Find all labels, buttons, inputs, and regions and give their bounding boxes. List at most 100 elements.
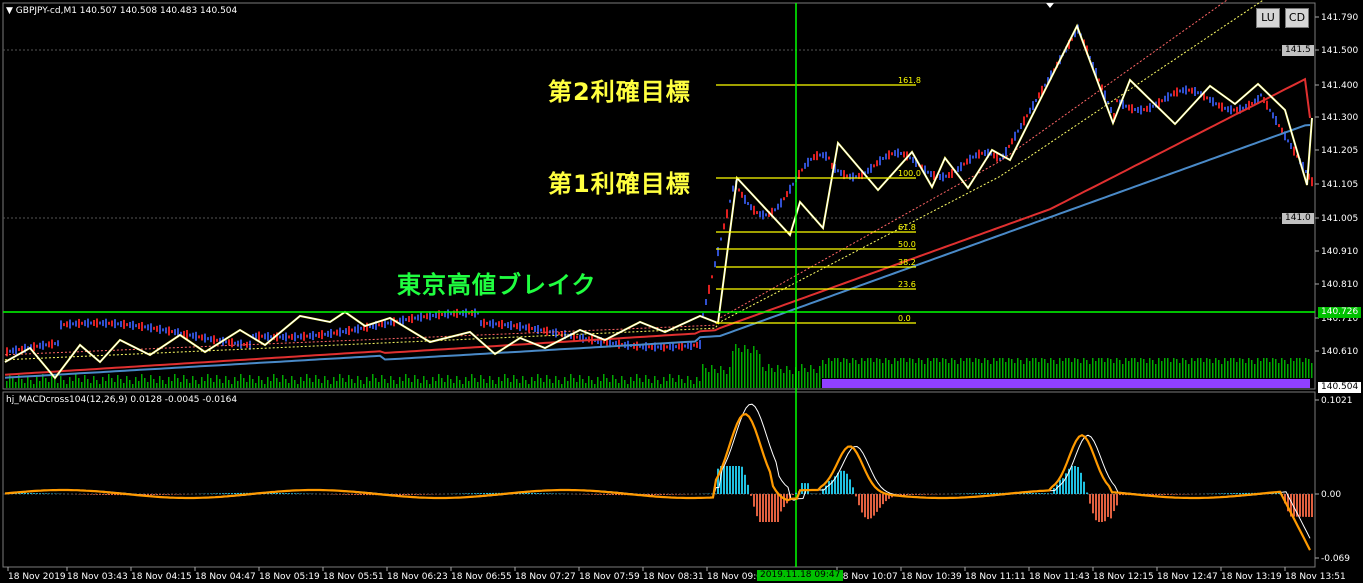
candle: [435, 312, 437, 319]
macd-bar: [1101, 494, 1103, 522]
volume-bar: [486, 383, 488, 388]
macd-bar: [24, 492, 26, 494]
macd-bar: [1116, 494, 1118, 506]
macd-bar: [855, 494, 857, 497]
volume-bar: [462, 384, 464, 388]
volume-bar: [813, 369, 815, 388]
volume-bar: [594, 384, 596, 388]
volume-bar: [957, 364, 959, 378]
candle: [762, 210, 764, 220]
candle: [240, 339, 242, 349]
candle: [1242, 106, 1244, 110]
volume-bar: [642, 382, 644, 388]
macd-bar: [966, 493, 968, 494]
macd-bar: [921, 494, 923, 495]
candle: [1215, 102, 1217, 106]
macd-bar: [1164, 494, 1166, 495]
candle: [957, 166, 959, 173]
lu-button[interactable]: LU: [1256, 8, 1280, 28]
macd-bar: [351, 494, 353, 495]
volume-bar: [225, 376, 227, 388]
volume-bar: [429, 384, 431, 388]
shift-marker-icon[interactable]: [1046, 3, 1054, 8]
time-axis: 18 Nov 2019 18 Nov 03:43 18 Nov 04:15 18 No…: [7, 567, 1346, 582]
macd-bar: [1239, 493, 1241, 494]
macd-bar: [915, 494, 917, 495]
volume-bar: [1266, 358, 1268, 378]
candle: [705, 299, 707, 305]
macd-bar: [741, 466, 743, 494]
volume-bar: [405, 374, 407, 388]
candle: [39, 342, 41, 349]
volume-bar: [852, 358, 854, 378]
candle: [729, 199, 731, 203]
candle: [1236, 106, 1238, 113]
candle: [339, 327, 341, 337]
volume-bar: [1284, 360, 1286, 378]
candle: [897, 148, 899, 158]
candle: [228, 339, 230, 346]
macd-bar: [216, 493, 218, 494]
macd-bar: [1170, 494, 1172, 495]
candle: [1224, 106, 1226, 110]
candle: [951, 168, 953, 178]
volume-bar: [1254, 364, 1256, 378]
candle: [948, 172, 950, 179]
volume-bar: [507, 378, 509, 388]
macd-bar: [600, 494, 602, 495]
tokyo-break-label: 東京高値ブレイク: [397, 271, 597, 299]
candle: [852, 172, 854, 182]
candle: [927, 170, 929, 174]
volume-bar: [1056, 364, 1058, 378]
candle: [741, 191, 743, 198]
volume-bar: [57, 383, 59, 388]
volume-bar: [519, 383, 521, 388]
volume-bar: [771, 368, 773, 388]
macd-bar: [102, 494, 104, 495]
candle: [351, 328, 353, 332]
macd-bar: [987, 493, 989, 494]
candle: [1194, 86, 1196, 96]
volume-bar: [1230, 358, 1232, 378]
candle: [891, 152, 893, 156]
dropdown-icon[interactable]: ▼: [6, 6, 13, 16]
candle: [513, 324, 515, 328]
candle: [612, 341, 614, 345]
volume-bar: [162, 380, 164, 388]
candle: [1008, 144, 1010, 148]
volume-bar: [969, 358, 971, 378]
volume-bar: [1041, 358, 1043, 378]
macd-bar: [1152, 494, 1154, 496]
volume-bar: [381, 375, 383, 388]
candle: [381, 321, 383, 328]
candle: [1260, 93, 1262, 97]
macd-bar: [357, 494, 359, 495]
volume-bar: [135, 377, 137, 388]
candle: [930, 171, 932, 178]
macd-bar: [924, 494, 926, 495]
volume-bar: [942, 358, 944, 378]
volume-bar: [1044, 359, 1046, 378]
candle: [33, 342, 35, 352]
macd-bar: [1044, 493, 1046, 494]
time-label: 18 Nov 05:51: [323, 572, 384, 582]
volume-bar: [1212, 363, 1214, 378]
candle: [387, 321, 389, 325]
volume-bar: [675, 382, 677, 388]
cd-button[interactable]: CD: [1285, 8, 1309, 28]
volume-bar: [936, 358, 938, 378]
macd-bar: [1302, 494, 1304, 517]
volume-bar: [729, 367, 731, 388]
volume-bar: [90, 383, 92, 388]
volume-bar: [15, 382, 17, 388]
volume-bar: [117, 375, 119, 388]
volume-bar: [1023, 364, 1025, 378]
candle: [309, 332, 311, 339]
candle: [48, 341, 50, 348]
volume-bar: [990, 364, 992, 378]
volume-bar: [165, 384, 167, 388]
volume-bar: [717, 373, 719, 388]
volume-bar: [453, 383, 455, 388]
volume-bar: [648, 379, 650, 388]
volume-bar: [159, 376, 161, 388]
